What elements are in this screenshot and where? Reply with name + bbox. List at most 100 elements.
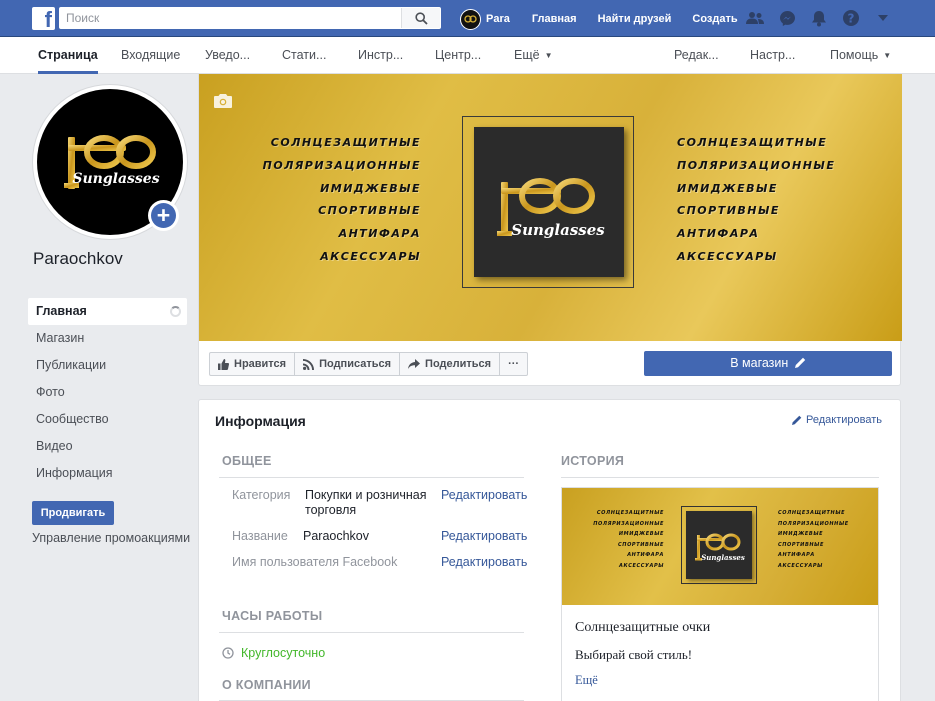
tab-inbox[interactable]: Входящие bbox=[121, 37, 180, 74]
edit-category-link[interactable]: Редактировать bbox=[441, 488, 527, 502]
left-nav-label: Главная bbox=[36, 304, 87, 318]
chevron-down-icon: ▼ bbox=[544, 51, 553, 60]
cover-line: СОЛНЦЕЗАЩИТНЫЕ bbox=[270, 136, 421, 149]
divider bbox=[219, 477, 524, 478]
share-arrow-icon bbox=[408, 359, 421, 369]
info-title: Информация bbox=[215, 413, 306, 429]
top-icons: ? bbox=[745, 8, 905, 28]
left-nav-item-about[interactable]: Информация bbox=[28, 460, 187, 487]
shop-button[interactable]: В магазин bbox=[644, 351, 892, 376]
tab-settings-label: Настр... bbox=[750, 48, 796, 62]
top-bar: f Para Главная Найти друзей Создать ? bbox=[0, 0, 935, 37]
share-button[interactable]: Поделиться bbox=[399, 352, 501, 376]
left-nav: Главная Магазин Публикации Фото Сообщест… bbox=[28, 298, 187, 487]
edit-info-link[interactable]: Редактировать bbox=[792, 414, 882, 426]
category-label: Категория bbox=[232, 488, 291, 502]
shop-label: В магазин bbox=[730, 356, 789, 370]
search-button[interactable] bbox=[401, 8, 440, 28]
cover-line: АНТИФАРА bbox=[338, 227, 421, 241]
svg-text:?: ? bbox=[848, 12, 855, 26]
chevron-down-icon: ▼ bbox=[883, 51, 892, 60]
left-nav-label: Сообщество bbox=[36, 412, 109, 426]
notifications-icon[interactable] bbox=[809, 8, 829, 28]
story-more-link[interactable]: Ещё bbox=[575, 673, 598, 688]
cover-card: СОЛНЦЕЗАЩИТНЫЕ ПОЛЯРИЗАЦИОННЫЕ ИМИДЖЕВЫЕ… bbox=[198, 74, 902, 386]
top-link-create[interactable]: Создать bbox=[692, 13, 737, 25]
tab-page[interactable]: Страница bbox=[38, 37, 98, 74]
loading-spinner-icon bbox=[170, 306, 181, 317]
add-profile-photo-button[interactable]: + bbox=[148, 200, 179, 231]
tab-center-label: Центр... bbox=[435, 48, 482, 62]
cover-line: ПОЛЯРИЗАЦИОННЫЕ bbox=[262, 158, 421, 172]
left-nav-item-photos[interactable]: Фото bbox=[28, 379, 187, 406]
like-button[interactable]: Нравится bbox=[209, 352, 296, 376]
left-nav-item-posts[interactable]: Публикации bbox=[28, 352, 187, 379]
search-box bbox=[59, 7, 441, 29]
tab-help[interactable]: Помощь ▼ bbox=[830, 37, 891, 74]
manage-promotions-link[interactable]: Управление промоакциями bbox=[32, 531, 190, 545]
camera-icon[interactable] bbox=[214, 94, 232, 108]
story-line: ПОЛЯРИЗАЦИОННЫЕ bbox=[593, 520, 664, 527]
edit-info-label: Редактировать bbox=[806, 414, 882, 426]
username-label: Имя пользователя Facebook bbox=[232, 555, 398, 569]
story-text-left: СОЛНЦЕЗАЩИТНЫЕ ПОЛЯРИЗАЦИОННЫЕ ИМИДЖЕВЫЕ… bbox=[562, 508, 664, 572]
page-actions: Нравится Подписаться Поделиться ··· bbox=[209, 352, 529, 376]
tab-insights[interactable]: Стати... bbox=[282, 37, 326, 74]
top-link-home[interactable]: Главная bbox=[532, 13, 577, 25]
follow-button[interactable]: Подписаться bbox=[294, 352, 401, 376]
story-line: СОЛНЦЕЗАЩИТНЫЕ bbox=[778, 510, 846, 516]
story-line: АКСЕССУАРЫ bbox=[778, 562, 823, 569]
promote-button[interactable]: Продвигать bbox=[32, 501, 114, 525]
tab-center[interactable]: Центр... bbox=[435, 37, 481, 74]
facebook-logo-icon[interactable]: f bbox=[32, 7, 55, 30]
tab-page-label: Страница bbox=[38, 48, 98, 62]
cover-line: ИМИДЖЕВЫЕ bbox=[320, 181, 421, 195]
top-user-link[interactable]: Para bbox=[460, 8, 510, 30]
clock-icon bbox=[222, 647, 234, 659]
tab-settings[interactable]: Настр... bbox=[750, 37, 795, 74]
cover-line: ПОЛЯРИЗАЦИОННЫЕ bbox=[677, 158, 836, 172]
divider bbox=[219, 632, 524, 633]
more-actions-button[interactable]: ··· bbox=[499, 352, 529, 376]
pencil-icon bbox=[792, 415, 802, 425]
more-label: ··· bbox=[508, 358, 520, 370]
story-text: Выбирай свой стиль! bbox=[575, 647, 693, 662]
page-tab-bar: Страница Входящие Уведо... Стати... Инст… bbox=[0, 37, 935, 74]
page-name: Paraochkov bbox=[33, 249, 123, 268]
tab-notifications[interactable]: Уведо... bbox=[205, 37, 250, 74]
tab-tools[interactable]: Инстр... bbox=[358, 37, 403, 74]
edit-name-link[interactable]: Редактировать bbox=[441, 529, 527, 543]
messenger-icon[interactable] bbox=[777, 8, 797, 28]
top-link-find-friends[interactable]: Найти друзей bbox=[598, 13, 672, 25]
story-line: АКСЕССУАРЫ bbox=[619, 562, 664, 569]
plus-icon: + bbox=[151, 203, 176, 228]
left-nav-label: Фото bbox=[36, 385, 65, 399]
cover-logo: Sunglasses bbox=[474, 127, 624, 277]
story-line: СПОРТИВНЫЕ bbox=[778, 541, 824, 548]
left-nav-item-shop[interactable]: Магазин bbox=[28, 325, 187, 352]
left-nav-item-home[interactable]: Главная bbox=[28, 298, 187, 325]
cover-line: АКСЕССУАРЫ bbox=[320, 249, 421, 263]
cover-line: СПОРТИВНЫЕ bbox=[677, 204, 780, 218]
story-image: СОЛНЦЕЗАЩИТНЫЕ ПОЛЯРИЗАЦИОННЫЕ ИМИДЖЕВЫЕ… bbox=[562, 488, 878, 605]
cover-photo[interactable]: СОЛНЦЕЗАЩИТНЫЕ ПОЛЯРИЗАЦИОННЫЕ ИМИДЖЕВЫЕ… bbox=[199, 74, 902, 341]
search-input[interactable] bbox=[60, 8, 400, 28]
help-icon[interactable]: ? bbox=[841, 8, 861, 28]
story-card[interactable]: СОЛНЦЕЗАЩИТНЫЕ ПОЛЯРИЗАЦИОННЫЕ ИМИДЖЕВЫЕ… bbox=[561, 487, 879, 701]
rss-icon bbox=[303, 358, 315, 370]
edit-username-link[interactable]: Редактировать bbox=[441, 555, 527, 569]
account-menu-caret-icon[interactable] bbox=[873, 8, 893, 28]
like-label: Нравится bbox=[234, 358, 287, 370]
cover-text-right: СОЛНЦЕЗАЩИТНЫЕ ПОЛЯРИЗАЦИОННЫЕ ИМИДЖЕВЫЕ… bbox=[677, 132, 899, 269]
tab-edit-page[interactable]: Редак... bbox=[674, 37, 719, 74]
name-label: Название bbox=[232, 529, 288, 543]
tab-tools-label: Инстр... bbox=[358, 48, 404, 62]
tab-notifications-label: Уведо... bbox=[205, 48, 251, 62]
story-logo-text: Sunglasses bbox=[701, 553, 745, 562]
left-nav-item-videos[interactable]: Видео bbox=[28, 433, 187, 460]
left-nav-item-community[interactable]: Сообщество bbox=[28, 406, 187, 433]
search-icon bbox=[414, 11, 428, 25]
tab-more[interactable]: Ещё ▼ bbox=[514, 37, 553, 74]
friend-requests-icon[interactable] bbox=[745, 8, 765, 28]
pencil-icon bbox=[794, 357, 805, 368]
